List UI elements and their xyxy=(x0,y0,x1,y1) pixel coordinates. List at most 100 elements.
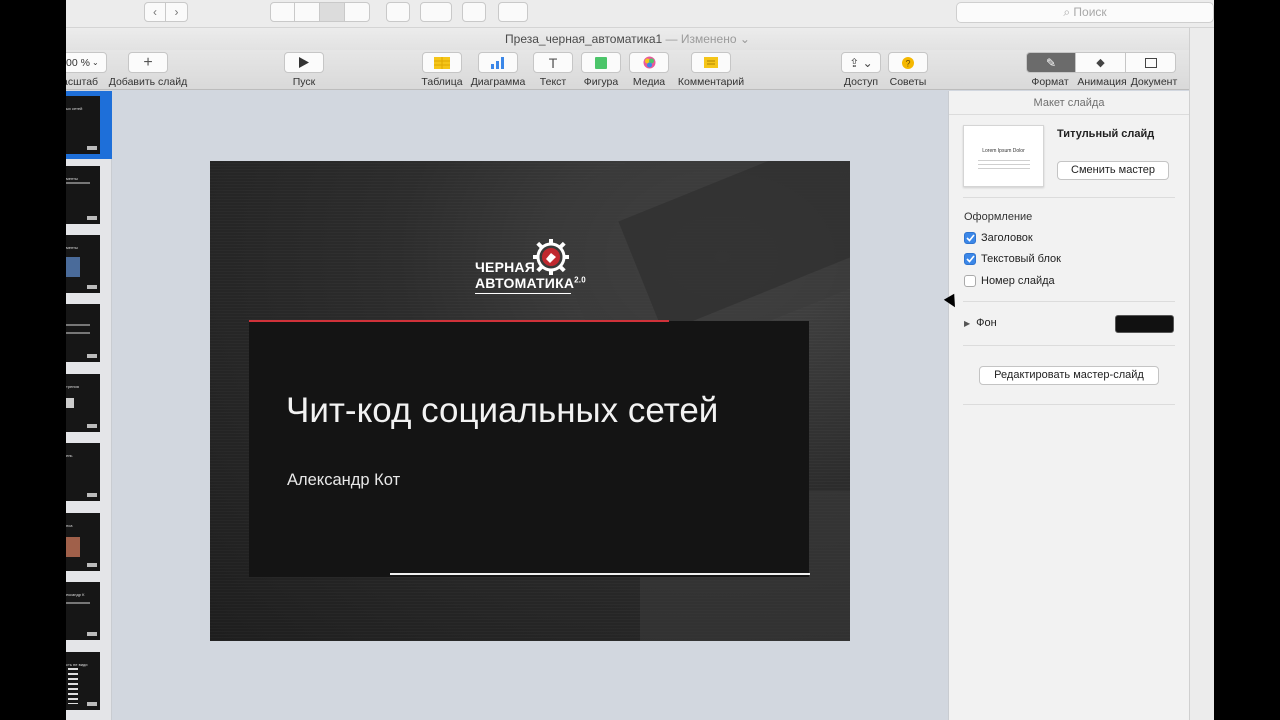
background-disclosure[interactable]: ▶ Фон xyxy=(964,317,997,329)
divider xyxy=(963,345,1175,346)
window-title: Преза_черная_автоматика1 — Изменено ⌄ xyxy=(66,28,1189,50)
table-icon xyxy=(434,56,450,69)
chart-label: Диаграмма xyxy=(470,76,526,88)
document-name[interactable]: Преза_черная_автоматика1 xyxy=(505,32,662,46)
background-window-edge xyxy=(1189,28,1214,720)
media-button[interactable]: Медиа xyxy=(629,52,669,88)
logo-word: АВТОМАТИКА xyxy=(475,275,575,291)
text-icon: Т xyxy=(548,54,558,71)
list-view-button[interactable] xyxy=(295,2,320,22)
title-checkbox[interactable]: Заголовок xyxy=(964,232,1033,244)
share-button[interactable]: ⇪ ⌄ Доступ xyxy=(841,52,881,88)
tips-button[interactable]: ? Советы xyxy=(888,52,928,88)
gallery-view-button[interactable] xyxy=(345,2,370,22)
screen: ‹ › ⌕ Поиск Преза_черная_автоматика1 — И… xyxy=(66,0,1214,720)
comment-button[interactable]: Комментарий xyxy=(676,52,746,88)
column-view-button[interactable] xyxy=(320,2,345,22)
logo-line-1: ЧЕРНАЯ xyxy=(475,259,535,275)
slide-thumb-9[interactable]: сть не види xyxy=(66,652,100,710)
gear-logo-icon xyxy=(533,239,569,275)
thumb-label: трения xyxy=(66,384,79,389)
slide-thumb-7[interactable]: нса xyxy=(66,513,100,571)
chevron-down-icon[interactable]: ⌄ xyxy=(740,32,750,46)
chart-button[interactable]: Диаграмма xyxy=(470,52,526,88)
change-master-button[interactable]: Сменить мастер xyxy=(1057,161,1169,180)
tag-icon[interactable] xyxy=(498,2,528,22)
checkbox-checked-icon[interactable] xyxy=(964,253,976,265)
brand-logo[interactable]: ЧЕРНАЯ АВТОМАТИКА2.0 xyxy=(473,237,603,299)
thumb-label: менты xyxy=(66,245,78,250)
format-label: Формат xyxy=(1031,76,1069,88)
animate-label: Анимация xyxy=(1077,76,1127,88)
slide-title[interactable]: Чит-код социальных сетей xyxy=(286,391,718,431)
view-switcher[interactable] xyxy=(270,2,370,22)
current-slide[interactable]: ЧЕРНАЯ АВТОМАТИКА2.0 Чит-код социальных … xyxy=(210,161,850,641)
background-color-well[interactable] xyxy=(1115,315,1174,333)
slide-thumb-1[interactable]: ых сетей xyxy=(66,96,100,154)
slide-thumb-3[interactable]: менты xyxy=(66,235,100,293)
tips-label: Советы xyxy=(889,76,927,88)
logo-line-2: АВТОМАТИКА2.0 xyxy=(475,275,586,291)
share-icon[interactable] xyxy=(462,2,486,22)
text-label: Текст xyxy=(539,76,567,88)
master-preview-text: Lorem Ipsum Dolor xyxy=(982,148,1025,154)
format-tab[interactable]: ✎ xyxy=(1026,52,1076,73)
zoom-value: 00 % xyxy=(66,56,90,69)
master-preview[interactable]: Lorem Ipsum Dolor xyxy=(963,125,1044,187)
slide-thumb-5[interactable]: трения xyxy=(66,374,100,432)
add-slide-button[interactable]: + Добавить слайд xyxy=(108,52,188,88)
slide-number-checkbox[interactable]: Номер слайда xyxy=(964,275,1055,287)
document-label: Документ xyxy=(1130,76,1178,88)
tips-icon: ? xyxy=(902,56,914,69)
chevron-down-icon: ⌄ xyxy=(91,58,99,67)
slide-thumb-2[interactable]: менты xyxy=(66,166,100,224)
slide-number-checkbox-label: Номер слайда xyxy=(981,275,1055,287)
slide-author[interactable]: Александр Кот xyxy=(287,471,400,490)
text-button[interactable]: Т Текст xyxy=(533,52,573,88)
finder-search-input[interactable]: ⌕ Поиск xyxy=(956,2,1214,23)
checkbox-checked-icon[interactable] xyxy=(964,232,976,244)
back-button[interactable]: ‹ xyxy=(144,2,166,22)
inspector-tabs: ✎ ◆ xyxy=(1026,52,1176,73)
play-icon xyxy=(299,57,309,68)
disclosure-triangle-icon[interactable]: ▶ xyxy=(964,319,970,328)
gear-icon[interactable] xyxy=(420,2,452,22)
plus-icon: + xyxy=(143,53,153,71)
title-checkbox-label: Заголовок xyxy=(981,232,1033,244)
inspector-header: Макет слайда xyxy=(949,91,1189,115)
body-checkbox[interactable]: Текстовый блок xyxy=(964,253,1061,265)
document-tab[interactable] xyxy=(1126,52,1176,73)
animate-icon: ◆ xyxy=(1096,57,1105,69)
forward-button[interactable]: › xyxy=(166,2,188,22)
play-button[interactable]: Пуск xyxy=(284,52,324,88)
zoom-control[interactable]: 00 %⌄ асштаб xyxy=(66,52,108,88)
animate-tab[interactable]: ◆ xyxy=(1076,52,1126,73)
format-inspector: Макет слайда Lorem Ipsum Dolor Титульный… xyxy=(948,91,1189,720)
preview-line xyxy=(978,164,1030,165)
chart-icon xyxy=(491,56,504,69)
checkbox-unchecked-icon[interactable] xyxy=(964,275,976,287)
slide-canvas[interactable]: ЧЕРНАЯ АВТОМАТИКА2.0 Чит-код социальных … xyxy=(112,91,948,720)
keynote-window: Преза_черная_автоматика1 — Изменено ⌄ 00… xyxy=(66,28,1189,720)
icon-view-button[interactable] xyxy=(270,2,295,22)
shape-icon xyxy=(595,56,607,69)
slide-thumb-8[interactable]: ександр К xyxy=(66,582,100,640)
search-placeholder: Поиск xyxy=(1073,5,1107,19)
group-button[interactable] xyxy=(386,2,410,22)
finder-toolbar: ‹ › ⌕ Поиск xyxy=(66,0,1214,28)
thumb-label: менты xyxy=(66,176,78,181)
zoom-label: асштаб xyxy=(66,76,99,88)
table-label: Таблица xyxy=(421,76,463,88)
table-button[interactable]: Таблица xyxy=(421,52,463,88)
edit-master-button[interactable]: Редактировать мастер-слайд xyxy=(979,366,1159,385)
paintbrush-icon: ✎ xyxy=(1045,55,1057,70)
logo-underline xyxy=(475,293,571,294)
shape-button[interactable]: Фигура xyxy=(581,52,621,88)
thumb-label: ень xyxy=(66,453,73,458)
slide-thumb-4[interactable] xyxy=(66,304,100,362)
title-panel xyxy=(249,321,809,577)
background-label: Фон xyxy=(976,317,997,329)
slide-thumb-6[interactable]: ень xyxy=(66,443,100,501)
thumb-label: сть не види xyxy=(66,662,88,667)
preview-line xyxy=(978,160,1030,161)
